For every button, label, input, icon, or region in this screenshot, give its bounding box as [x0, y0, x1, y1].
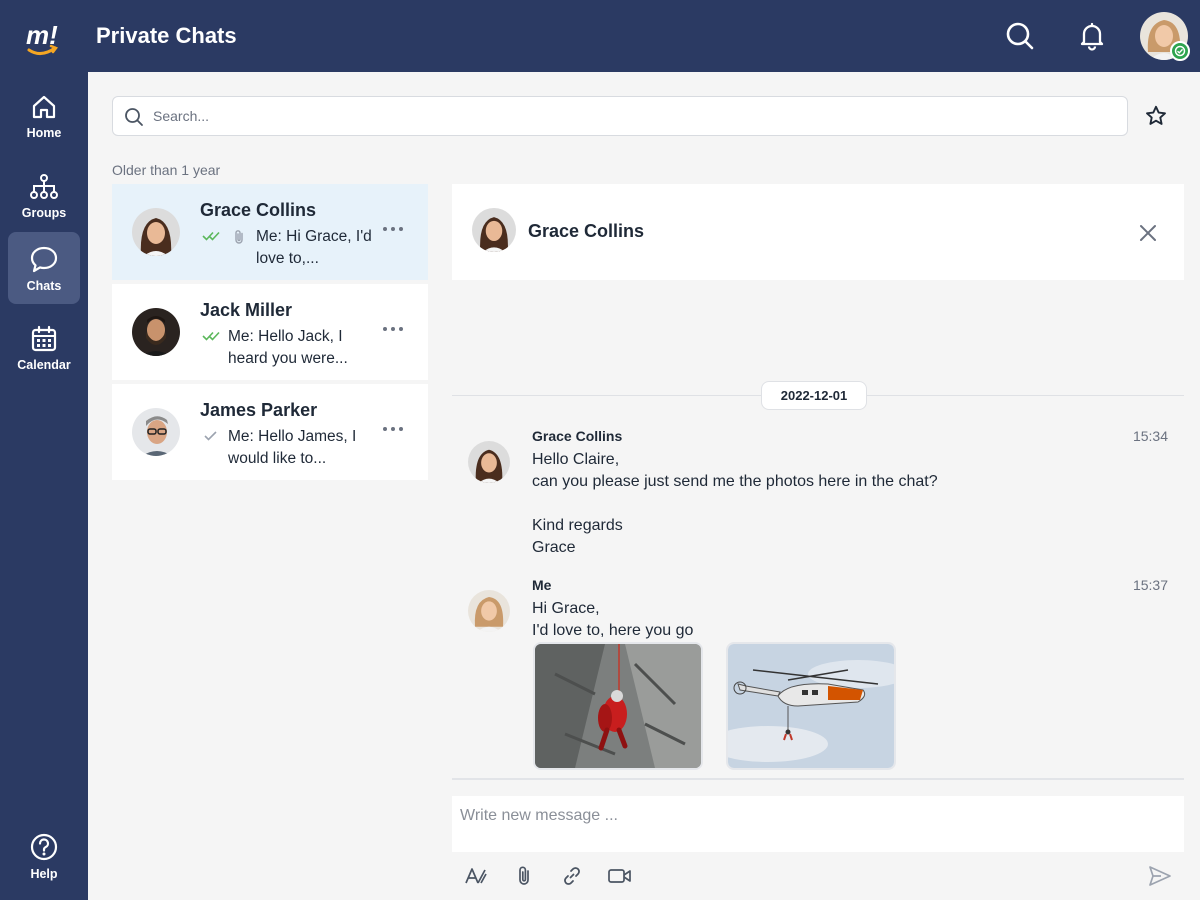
- search-field[interactable]: [112, 96, 1128, 136]
- speech-bubble-icon: [30, 246, 58, 272]
- favorites-button[interactable]: [1140, 100, 1172, 132]
- calendar-icon: [31, 325, 57, 351]
- sidebar-item-label: Groups: [21, 205, 67, 220]
- text-format-icon[interactable]: [462, 862, 490, 890]
- conversation-title: Grace Collins: [528, 221, 645, 241]
- sidebar-item-groups[interactable]: Groups: [8, 160, 80, 232]
- chat-list-item[interactable]: Jack Miller Me: Hello Jack, I heard you …: [112, 284, 428, 380]
- message-line: Hi Grace,: [532, 600, 600, 617]
- composer-divider: [452, 778, 1184, 780]
- message-line: Grace: [532, 539, 576, 556]
- chat-preview: Me: Hello Jack, I heard you were...: [228, 328, 348, 367]
- more-options-icon[interactable]: [378, 218, 408, 240]
- org-chart-icon: [30, 173, 58, 199]
- read-checkmarks-icon: [202, 231, 220, 241]
- message-line: Kind regards: [532, 517, 623, 534]
- close-icon[interactable]: [1134, 219, 1162, 247]
- message-time: 15:37: [1132, 577, 1168, 593]
- bell-icon[interactable]: [1074, 18, 1110, 54]
- page-title: Private Chats: [96, 23, 237, 48]
- message-sender: Me: [532, 577, 552, 593]
- message-time: 15:34: [1132, 428, 1168, 444]
- chat-contact-name: Jack Miller: [200, 300, 293, 320]
- svg-text:m!: m!: [26, 20, 58, 50]
- chat-preview: Me: Hello James, I would like to...: [228, 428, 357, 467]
- sidebar-item-label: Chats: [26, 278, 62, 293]
- search-input[interactable]: [153, 97, 1113, 135]
- avatar: [132, 208, 180, 256]
- chat-list-item[interactable]: James Parker Me: Hello James, I would li…: [112, 384, 428, 480]
- help-circle-icon: [30, 833, 58, 860]
- message-line: I'd love to, here you go: [532, 622, 694, 639]
- video-camera-icon[interactable]: [606, 862, 634, 890]
- sidebar-item-label: Help: [30, 866, 58, 881]
- conversation-header: Grace Collins: [452, 184, 1184, 280]
- message-line: can you please just send me the photos h…: [532, 473, 938, 490]
- sidebar-item-label: Calendar: [17, 357, 71, 372]
- message-composer[interactable]: [452, 796, 1184, 852]
- chat-list-section-label: Older than 1 year: [112, 162, 221, 178]
- read-checkmarks-icon: [202, 331, 220, 341]
- star-icon: [1146, 105, 1166, 125]
- app-logo[interactable]: m!: [24, 14, 64, 58]
- top-bar: m! Private Chats: [0, 0, 1200, 72]
- send-icon[interactable]: [1146, 862, 1174, 890]
- more-options-icon[interactable]: [378, 318, 408, 340]
- chat-list-item[interactable]: Grace Collins Me: Hi Grace, I'd love to,…: [112, 184, 428, 280]
- rescue-climb-photo[interactable]: [533, 642, 703, 770]
- more-options-icon[interactable]: [378, 418, 408, 440]
- sidebar-item-home[interactable]: Home: [8, 80, 80, 152]
- search-icon[interactable]: [1002, 18, 1038, 54]
- avatar: [472, 208, 516, 252]
- user-avatar[interactable]: [1140, 12, 1190, 61]
- sidebar-item-calendar[interactable]: Calendar: [8, 312, 80, 384]
- sidebar: Home Groups Chats Calendar Help: [0, 72, 88, 900]
- avatar: [132, 308, 180, 356]
- avatar: [132, 408, 180, 456]
- paperclip-icon[interactable]: [510, 862, 538, 890]
- sidebar-item-label: Home: [26, 125, 62, 140]
- message-line: Hello Claire,: [532, 451, 620, 468]
- chat-contact-name: Grace Collins: [200, 200, 317, 220]
- message-input[interactable]: [452, 796, 1184, 836]
- link-icon[interactable]: [558, 862, 586, 890]
- search-icon: [125, 108, 143, 126]
- date-badge: 2022-12-01: [761, 381, 867, 410]
- paperclip-icon: [235, 230, 243, 244]
- chat-preview: Me: Hi Grace, I'd love to,...: [256, 228, 372, 267]
- rescue-helicopter-photo[interactable]: [726, 642, 896, 770]
- sidebar-item-help[interactable]: Help: [8, 820, 80, 892]
- message-sender: Grace Collins: [532, 428, 623, 444]
- sent-checkmark-icon: [204, 431, 217, 441]
- online-status-icon: [1170, 41, 1190, 61]
- home-icon: [32, 95, 56, 118]
- sidebar-item-chats[interactable]: Chats: [8, 232, 80, 304]
- avatar: [468, 441, 510, 483]
- avatar: [468, 590, 510, 632]
- chat-contact-name: James Parker: [200, 400, 318, 420]
